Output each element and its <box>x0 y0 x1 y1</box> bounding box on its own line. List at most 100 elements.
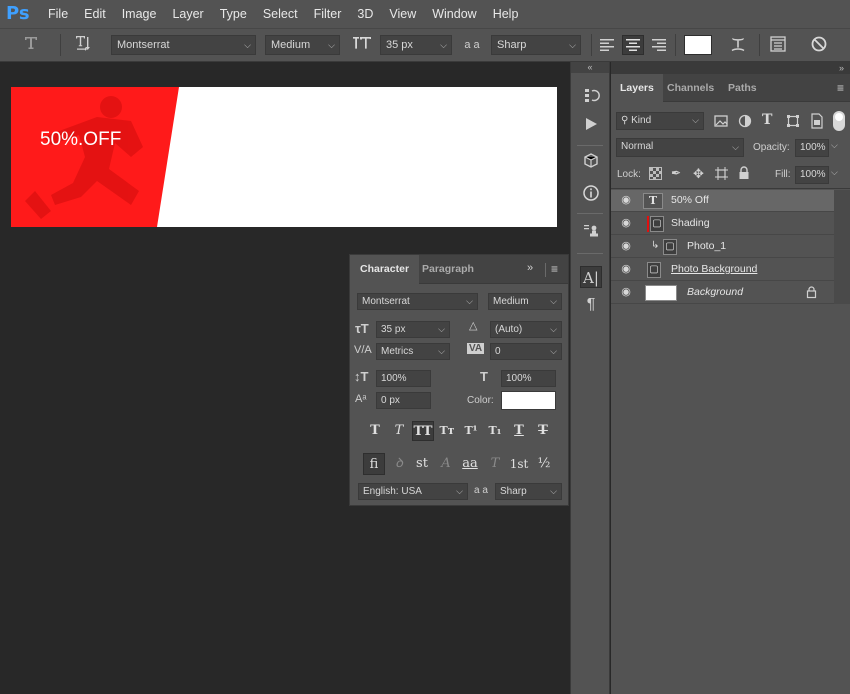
color-swatch[interactable] <box>684 35 712 55</box>
menu-image[interactable]: Image <box>114 0 165 28</box>
lock-image-pixels-icon[interactable]: ✒ <box>671 166 681 180</box>
tracking-dropdown[interactable]: 0 ⌵ <box>490 343 562 360</box>
eye-icon[interactable]: ◉ <box>619 193 633 207</box>
filter-adjustment-icon[interactable] <box>738 114 752 131</box>
tab-channels[interactable]: Channels <box>658 74 723 102</box>
eye-icon[interactable]: ◉ <box>619 239 633 253</box>
chevron-down-icon[interactable]: ⌵ <box>831 167 838 178</box>
character-panel-icon[interactable] <box>767 35 789 55</box>
stylistic-alternates-button[interactable]: aa <box>459 453 481 475</box>
character-color-swatch[interactable] <box>501 391 556 410</box>
language-dropdown[interactable]: English: USA ⌵ <box>358 483 468 500</box>
info-icon[interactable] <box>580 184 602 206</box>
toggle-orientation-icon[interactable] <box>73 35 95 55</box>
vertical-scale-input[interactable]: 100% <box>376 370 431 387</box>
character-panel-icon[interactable]: A| <box>580 266 602 288</box>
layer-row-photo-background[interactable]: ◉ ▢ Photo Background <box>611 259 834 281</box>
filter-smart-object-icon[interactable] <box>810 113 824 132</box>
document-banner[interactable]: 50%.OFF <box>11 87 557 227</box>
history-icon[interactable] <box>580 86 602 108</box>
menu-type[interactable]: Type <box>212 0 255 28</box>
warp-text-icon[interactable] <box>727 35 749 55</box>
character-font-family-dropdown[interactable]: Montserrat ⌵ <box>357 293 478 310</box>
all-caps-button[interactable]: TT <box>412 421 434 441</box>
layer-row-photo-1[interactable]: ◉ ↳ ▢ Photo_1 <box>611 236 834 258</box>
character-font-style-dropdown[interactable]: Medium ⌵ <box>488 293 562 310</box>
discretionary-ligatures-button[interactable]: st <box>411 453 433 475</box>
menu-view[interactable]: View <box>381 0 424 28</box>
panel-menu-icon[interactable]: ≡ <box>837 81 844 95</box>
antialias-dropdown[interactable]: Sharp ⌵ <box>491 35 581 55</box>
panel-menu-icon[interactable]: ≡ <box>551 262 558 276</box>
menu-3d[interactable]: 3D <box>349 0 381 28</box>
chevron-down-icon[interactable]: ⌵ <box>831 140 838 151</box>
menu-file[interactable]: File <box>40 0 76 28</box>
collapse-dock-icon[interactable]: » <box>839 62 844 74</box>
lock-transparent-pixels-icon[interactable] <box>649 167 662 183</box>
faux-bold-button[interactable]: T <box>365 421 385 441</box>
type-tool-icon[interactable] <box>20 35 42 55</box>
tab-paragraph[interactable]: Paragraph <box>412 255 484 284</box>
lock-position-icon[interactable]: ✥ <box>693 166 704 182</box>
faux-italic-button[interactable]: T <box>389 421 409 441</box>
contextual-alternates-button[interactable]: ꝺ <box>388 453 410 475</box>
menu-filter[interactable]: Filter <box>306 0 350 28</box>
standard-ligatures-button[interactable]: fi <box>363 453 385 475</box>
swash-button[interactable]: A <box>435 453 457 475</box>
layers-scrollbar[interactable] <box>834 190 850 304</box>
align-right-icon[interactable] <box>650 35 668 55</box>
fractions-button[interactable]: ½ <box>533 453 555 475</box>
align-left-icon[interactable] <box>598 35 616 55</box>
3d-icon[interactable] <box>580 152 602 174</box>
eye-icon[interactable]: ◉ <box>619 216 633 230</box>
paragraph-panel-icon[interactable]: ¶ <box>580 294 602 316</box>
menu-window[interactable]: Window <box>424 0 484 28</box>
tab-character[interactable]: Character <box>350 255 420 284</box>
lock-artboard-icon[interactable] <box>715 167 728 183</box>
menu-layer[interactable]: Layer <box>164 0 211 28</box>
vertical-scale-icon: ↕T <box>354 369 369 384</box>
cancel-icon[interactable] <box>808 35 830 55</box>
filter-toggle-switch[interactable] <box>833 111 845 131</box>
layer-row-shading[interactable]: ◉ ▢ Shading <box>611 213 834 235</box>
blend-mode-dropdown[interactable]: Normal ⌵ <box>616 138 744 157</box>
eye-icon[interactable]: ◉ <box>619 262 633 276</box>
menu-help[interactable]: Help <box>485 0 527 28</box>
eye-icon[interactable]: ◉ <box>619 285 633 299</box>
collapse-panel-icon[interactable]: » <box>527 262 533 274</box>
ordinals-button[interactable]: 1st <box>508 453 530 475</box>
font-size-dropdown[interactable]: 35 px ⌵ <box>380 35 452 55</box>
leading-dropdown[interactable]: (Auto) ⌵ <box>490 321 562 338</box>
opacity-input[interactable]: 100% <box>795 139 829 157</box>
font-style-dropdown[interactable]: Medium ⌵ <box>265 35 340 55</box>
tab-paths[interactable]: Paths <box>719 74 766 102</box>
lock-all-icon[interactable] <box>738 166 750 183</box>
small-caps-button[interactable]: Tт <box>437 421 457 441</box>
play-action-icon[interactable] <box>580 115 602 137</box>
menu-select[interactable]: Select <box>255 0 306 28</box>
baseline-shift-input[interactable]: 0 px <box>376 392 431 409</box>
kerning-dropdown[interactable]: Metrics ⌵ <box>376 343 450 360</box>
filter-shape-icon[interactable] <box>786 114 800 131</box>
filter-type-icon[interactable]: T <box>762 112 772 128</box>
layer-row-background[interactable]: ◉ Background <box>611 282 834 304</box>
titling-alternates-button[interactable]: T <box>484 453 506 475</box>
filter-pixel-icon[interactable] <box>714 114 728 131</box>
color-label: Color: <box>467 395 494 406</box>
expand-dock-icon[interactable]: « <box>571 62 609 73</box>
align-center-icon[interactable] <box>622 35 644 55</box>
superscript-button[interactable]: T¹ <box>461 421 481 441</box>
clone-source-icon[interactable] <box>580 222 602 244</box>
character-antialias-dropdown[interactable]: Sharp ⌵ <box>495 483 562 500</box>
tab-layers[interactable]: Layers <box>611 74 663 102</box>
layer-filter-dropdown[interactable]: ⚲ Kind ⌵ <box>616 112 704 130</box>
character-font-size-dropdown[interactable]: 35 px ⌵ <box>376 321 450 338</box>
layer-row-50-off[interactable]: ◉ T 50% Off <box>611 190 834 212</box>
subscript-button[interactable]: T₁ <box>485 421 505 441</box>
fill-input[interactable]: 100% <box>795 166 829 184</box>
menu-edit[interactable]: Edit <box>76 0 114 28</box>
underline-button[interactable]: T <box>509 421 529 441</box>
strikethrough-button[interactable]: T <box>533 421 553 441</box>
font-family-dropdown[interactable]: Montserrat ⌵ <box>111 35 256 55</box>
horizontal-scale-input[interactable]: 100% <box>501 370 556 387</box>
